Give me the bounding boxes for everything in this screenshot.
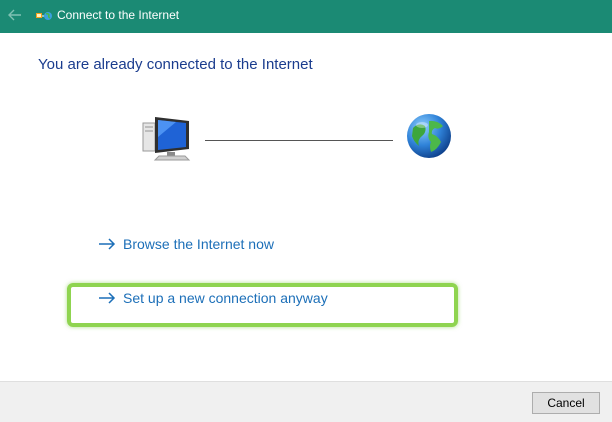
cancel-button[interactable]: Cancel (532, 392, 600, 414)
computer-monitor-icon (142, 117, 191, 161)
globe-icon (407, 114, 451, 158)
window-title: Connect to the Internet (57, 8, 180, 22)
right-arrow-icon (99, 238, 116, 250)
right-arrow-icon (99, 292, 116, 304)
connection-line (205, 140, 393, 141)
dialog-footer: Cancel (0, 381, 612, 422)
page-heading: You are already connected to the Interne… (38, 56, 313, 73)
title-bar: Connect to the Internet (0, 0, 612, 33)
back-button[interactable] (6, 6, 24, 24)
setup-new-connection-label: Set up a new connection anyway (123, 290, 328, 306)
browse-internet-label: Browse the Internet now (123, 236, 274, 252)
browse-internet-link[interactable]: Browse the Internet now (98, 236, 274, 252)
back-arrow-icon (8, 9, 21, 21)
network-connection-icon (36, 12, 52, 20)
setup-new-connection-link[interactable]: Set up a new connection anyway (98, 290, 328, 306)
